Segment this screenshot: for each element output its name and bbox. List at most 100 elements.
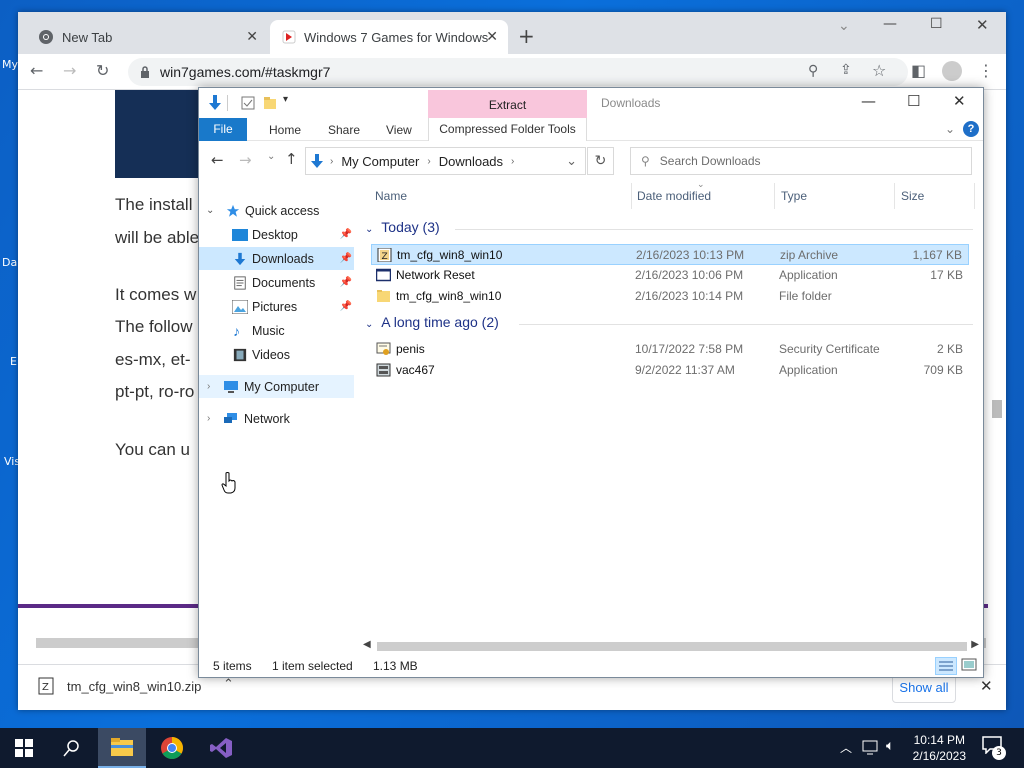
svg-text:Z: Z — [42, 682, 49, 693]
large-icons-view-button[interactable] — [961, 658, 977, 672]
recent-locations-icon[interactable]: ⌄ — [267, 151, 275, 162]
desktop-icon-label[interactable]: Da — [2, 256, 17, 269]
group-header-long-time-ago[interactable]: ⌄ A long time ago (2) — [365, 314, 499, 330]
close-download-bar-icon[interactable]: ✕ — [980, 677, 993, 695]
up-arrow-icon[interactable]: ↑ — [285, 150, 298, 168]
close-window-button[interactable]: ✕ — [953, 92, 966, 110]
file-row[interactable]: Network Reset 2/16/2023 10:06 PM Applica… — [371, 265, 969, 286]
address-bar[interactable]: win7games.com/#taskmgr7 — [128, 58, 908, 86]
search-placeholder: Search Downloads — [659, 154, 761, 168]
minimize-button[interactable]: — — [861, 92, 876, 110]
volume-icon[interactable]: 🔈︎ — [886, 738, 894, 754]
maximize-button[interactable]: ☐ — [907, 92, 920, 110]
expand-chevron-icon[interactable]: ⌄ — [206, 205, 214, 216]
nav-network[interactable]: › Network — [199, 407, 354, 430]
file-row[interactable]: penis 10/17/2022 7:58 PM Security Certif… — [371, 339, 969, 360]
file-tab[interactable]: File — [199, 118, 247, 141]
download-arrow-icon[interactable] — [207, 94, 223, 112]
profile-avatar-icon[interactable] — [942, 61, 962, 81]
expand-chevron-icon[interactable]: › — [207, 381, 210, 392]
breadcrumb-my-computer[interactable]: My Computer — [341, 154, 419, 169]
show-hidden-icons-chevron-icon[interactable]: ︿ — [840, 739, 852, 756]
zoom-search-icon[interactable]: ⚲ — [808, 63, 818, 79]
column-header-name[interactable]: Name — [375, 189, 407, 203]
collapse-chevron-icon[interactable]: ⌄ — [365, 224, 373, 235]
file-row[interactable]: tm_cfg_win8_win10 2/16/2023 10:14 PM Fil… — [371, 286, 969, 307]
download-filename[interactable]: tm_cfg_win8_win10.zip — [67, 679, 201, 694]
download-chevron-icon[interactable]: ⌃ — [223, 677, 234, 692]
nav-music[interactable]: ♪ Music — [199, 319, 354, 342]
properties-icon[interactable] — [241, 96, 255, 110]
pin-icon[interactable]: 📌 — [340, 253, 352, 264]
nav-downloads[interactable]: Downloads 📌 — [199, 247, 354, 270]
scroll-left-icon[interactable]: ◀ — [363, 639, 371, 650]
pin-icon[interactable]: 📌 — [340, 229, 352, 240]
tab-compressed-folder-tools[interactable]: Compressed Folder Tools — [428, 118, 587, 141]
refresh-button[interactable]: ↻ — [587, 147, 614, 175]
address-dropdown-icon[interactable]: ⌄ — [566, 153, 577, 169]
nav-quick-access[interactable]: ⌄ Quick access — [199, 199, 354, 222]
column-header-date-modified[interactable]: Date modified — [637, 189, 711, 203]
column-header-size[interactable]: Size — [901, 189, 924, 203]
page-vertical-scrollbar[interactable] — [992, 400, 1002, 418]
application-window-icon — [376, 268, 391, 282]
taskbar-visual-studio[interactable] — [197, 728, 245, 768]
bookmark-star-icon[interactable]: ☆ — [872, 61, 886, 80]
start-button[interactable] — [0, 728, 48, 768]
nav-videos[interactable]: Videos — [199, 343, 354, 366]
minimize-button[interactable]: — — [883, 16, 897, 32]
pin-icon[interactable]: 📌 — [340, 277, 352, 288]
extract-context-tab[interactable]: Extract — [428, 90, 587, 118]
new-folder-icon[interactable] — [263, 96, 277, 110]
horizontal-scrollbar[interactable]: ◀ ▶ — [359, 638, 983, 655]
taskbar-search-button[interactable] — [48, 728, 96, 768]
expand-chevron-icon[interactable]: › — [207, 413, 210, 424]
back-arrow-icon[interactable]: ← — [211, 151, 224, 169]
details-view-button[interactable] — [935, 657, 957, 675]
address-bar[interactable]: › My Computer › Downloads › ⌄ — [305, 147, 586, 175]
close-window-button[interactable]: ✕ — [976, 16, 989, 34]
pin-icon[interactable]: 📌 — [340, 301, 352, 312]
tab-new-tab[interactable]: New Tab ✕ — [28, 20, 268, 54]
file-row[interactable]: vac467 9/2/2022 11:37 AM Application 709… — [371, 360, 969, 381]
scrollbar-thumb[interactable] — [377, 642, 967, 651]
help-icon[interactable]: ? — [963, 121, 979, 137]
action-center-button[interactable]: 3 — [982, 736, 1006, 760]
forward-arrow-icon[interactable]: → — [63, 61, 76, 80]
desktop-icon-label[interactable]: E — [10, 355, 17, 368]
tab-home[interactable]: Home — [269, 123, 301, 137]
network-status-icon[interactable] — [862, 740, 880, 756]
desktop-icon-label[interactable]: My — [2, 58, 18, 71]
tab-win7games[interactable]: Windows 7 Games for Windows ✕ — [270, 20, 508, 54]
menu-kebab-icon[interactable]: ⋮ — [978, 61, 994, 80]
share-icon[interactable]: ⇪ — [840, 62, 852, 78]
taskbar-file-explorer[interactable] — [98, 728, 146, 768]
expand-ribbon-icon[interactable]: ⌄ — [945, 122, 955, 136]
nav-documents[interactable]: Documents 📌 — [199, 271, 354, 294]
maximize-button[interactable]: ☐ — [930, 16, 943, 32]
new-tab-button[interactable]: + — [518, 24, 535, 48]
notification-count-badge: 3 — [992, 746, 1006, 760]
nav-pictures[interactable]: Pictures 📌 — [199, 295, 354, 318]
taskbar-chrome[interactable] — [148, 728, 196, 768]
scroll-right-icon[interactable]: ▶ — [971, 639, 979, 650]
tab-search-icon[interactable]: ⌄ — [838, 18, 850, 34]
back-arrow-icon[interactable]: ← — [30, 61, 43, 80]
breadcrumb-downloads[interactable]: Downloads — [439, 154, 503, 169]
close-tab-icon[interactable]: ✕ — [246, 28, 258, 45]
search-input[interactable]: ⚲ Search Downloads — [630, 147, 972, 175]
tab-view[interactable]: View — [386, 123, 412, 137]
collapse-chevron-icon[interactable]: ⌄ — [365, 319, 373, 330]
column-header-type[interactable]: Type — [781, 189, 807, 203]
group-header-today[interactable]: ⌄ Today (3) — [365, 219, 440, 235]
system-clock[interactable]: 10:14 PM 2/16/2023 — [913, 732, 966, 764]
nav-desktop[interactable]: Desktop 📌 — [199, 223, 354, 246]
file-row[interactable]: Z tm_cfg_win8_win10 2/16/2023 10:13 PM z… — [371, 244, 969, 265]
forward-arrow-icon[interactable]: → — [239, 151, 252, 169]
close-tab-icon[interactable]: ✕ — [486, 28, 498, 45]
side-panel-icon[interactable]: ◧ — [911, 61, 926, 80]
tab-share[interactable]: Share — [328, 123, 360, 137]
reload-icon[interactable]: ↻ — [96, 61, 109, 80]
customize-toolbar-icon[interactable]: ▾ — [283, 94, 288, 105]
nav-my-computer[interactable]: › My Computer — [199, 375, 354, 398]
